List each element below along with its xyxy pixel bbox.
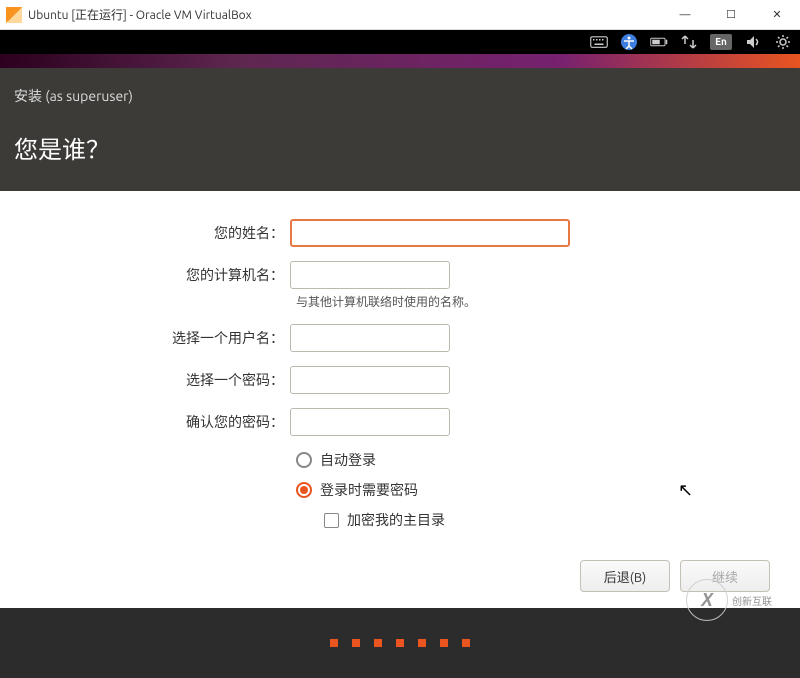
name-label: 您的姓名： bbox=[30, 223, 290, 243]
progress-dot bbox=[352, 639, 360, 647]
progress-dot bbox=[440, 639, 448, 647]
auto-login-option[interactable]: 自动登录 bbox=[296, 450, 770, 470]
vm-statusbar: En bbox=[0, 30, 800, 54]
battery-icon[interactable] bbox=[650, 34, 668, 50]
minimize-button[interactable]: — bbox=[662, 0, 708, 30]
progress-dot bbox=[418, 639, 426, 647]
virtualbox-icon bbox=[6, 7, 22, 23]
confirm-password-field[interactable] bbox=[290, 408, 450, 436]
hostname-label: 您的计算机名： bbox=[30, 265, 290, 285]
installer-subtitle: 安装 (as superuser) bbox=[14, 86, 786, 106]
back-button[interactable]: 后退(B) bbox=[580, 560, 670, 592]
progress-dot bbox=[330, 639, 338, 647]
progress-dot bbox=[374, 639, 382, 647]
password-field[interactable] bbox=[290, 366, 450, 394]
watermark: X 创新互联 bbox=[686, 574, 796, 626]
accessibility-icon[interactable] bbox=[620, 34, 638, 50]
require-password-label: 登录时需要密码 bbox=[320, 480, 418, 500]
watermark-text: 创新互联 bbox=[732, 593, 772, 608]
progress-bar bbox=[0, 608, 800, 678]
watermark-logo-icon: X bbox=[686, 579, 728, 621]
name-field[interactable] bbox=[290, 219, 570, 247]
auto-login-label: 自动登录 bbox=[320, 450, 376, 470]
button-bar: 后退(B) 继续 bbox=[0, 550, 800, 608]
window-controls: — ☐ ✕ bbox=[662, 0, 800, 30]
who-are-you-form: 您的姓名： 您的计算机名： 与其他计算机联络时使用的名称。 选择一个用户名： 选… bbox=[0, 191, 800, 550]
network-icon[interactable] bbox=[680, 34, 698, 50]
window-title: Ubuntu [正在运行] - Oracle VM VirtualBox bbox=[28, 6, 662, 23]
settings-icon[interactable] bbox=[774, 34, 792, 50]
ubuntu-gradient-strip bbox=[0, 54, 800, 68]
username-field[interactable] bbox=[290, 324, 450, 352]
encrypt-home-label: 加密我的主目录 bbox=[347, 510, 445, 530]
hostname-field[interactable] bbox=[290, 261, 450, 289]
keyboard-icon[interactable] bbox=[590, 34, 608, 50]
hostname-hint: 与其他计算机联络时使用的名称。 bbox=[296, 293, 770, 310]
radio-icon bbox=[296, 452, 312, 468]
language-indicator[interactable]: En bbox=[710, 34, 732, 50]
window-titlebar: Ubuntu [正在运行] - Oracle VM VirtualBox — ☐… bbox=[0, 0, 800, 30]
progress-dot bbox=[462, 639, 470, 647]
require-password-option[interactable]: 登录时需要密码 bbox=[296, 480, 770, 500]
progress-dot bbox=[396, 639, 404, 647]
confirm-password-label: 确认您的密码： bbox=[30, 412, 290, 432]
installer-header: 安装 (as superuser) 您是谁？ bbox=[0, 68, 800, 191]
maximize-button[interactable]: ☐ bbox=[708, 0, 754, 30]
radio-icon bbox=[296, 482, 312, 498]
audio-icon[interactable] bbox=[744, 34, 762, 50]
checkbox-icon bbox=[324, 513, 339, 528]
username-label: 选择一个用户名： bbox=[30, 328, 290, 348]
password-label: 选择一个密码： bbox=[30, 370, 290, 390]
close-button[interactable]: ✕ bbox=[754, 0, 800, 30]
encrypt-home-option[interactable]: 加密我的主目录 bbox=[324, 510, 770, 530]
installer-title: 您是谁？ bbox=[14, 130, 786, 165]
